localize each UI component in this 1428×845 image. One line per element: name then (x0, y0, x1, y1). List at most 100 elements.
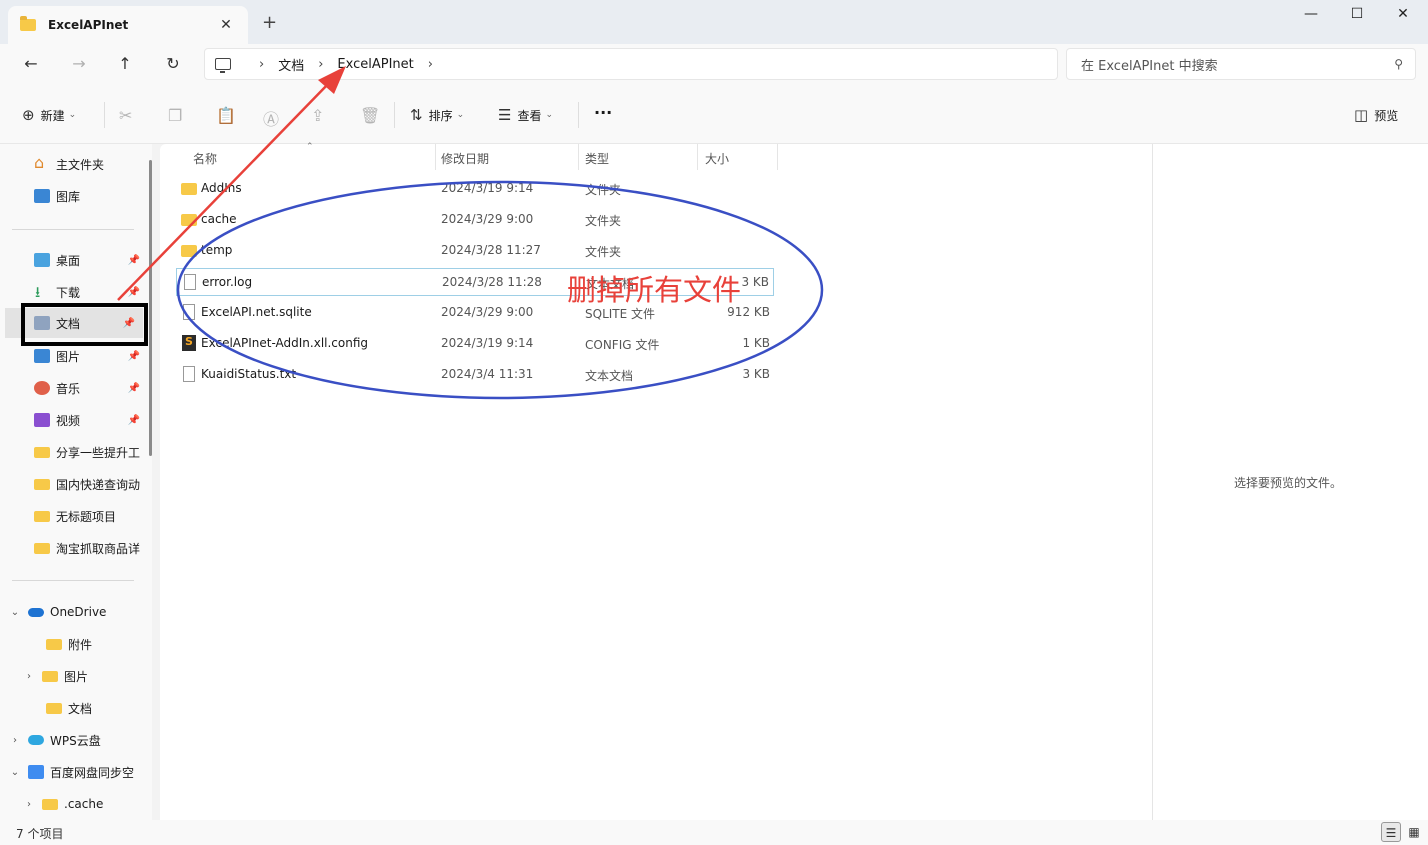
file-name: cache (201, 212, 237, 226)
search-input[interactable]: 在 ExcelAPInet 中搜索 ⚲ (1066, 48, 1416, 80)
column-divider[interactable] (777, 144, 778, 170)
sidebar-item-desktop[interactable]: 桌面 📌 (0, 245, 148, 275)
sidebar-item-folder[interactable]: 国内快递查询动 (0, 469, 148, 499)
view-button[interactable]: ☰ 查看 ⌄ (498, 106, 553, 124)
chevron-right-icon[interactable]: › (22, 671, 36, 682)
baidu-netdisk-icon (28, 765, 44, 779)
pin-icon[interactable]: 📌 (128, 383, 140, 394)
sidebar-item-label: 图片 (64, 669, 89, 684)
chevron-down-icon[interactable]: ⌄ (8, 767, 22, 778)
sidebar-item-music[interactable]: 音乐 📌 (0, 373, 148, 403)
back-button[interactable]: ← (16, 52, 46, 76)
tiles-view-button[interactable]: ▦ (1404, 822, 1424, 842)
navigation-pane: 主文件夹 图库 桌面 📌 下载 📌 文档 📌 图片 📌 音乐 📌 视频 📌 分享… (0, 144, 152, 820)
tab-close-icon[interactable]: ✕ (216, 17, 236, 33)
tab-excelapinet[interactable]: ExcelAPInet ✕ (8, 6, 248, 44)
column-divider[interactable] (697, 144, 698, 170)
up-button[interactable]: ↑ (110, 52, 140, 76)
chevron-down-icon: ⌄ (68, 110, 77, 120)
sidebar-item-wps-cloud[interactable]: › WPS云盘 (0, 725, 148, 755)
column-header-date[interactable]: 修改日期 (441, 146, 489, 170)
search-placeholder: 在 ExcelAPInet 中搜索 (1081, 58, 1218, 74)
preview-pane-button[interactable]: ◫ 预览 (1354, 106, 1398, 124)
share-icon[interactable]: ⇪ (311, 106, 324, 125)
wps-cloud-icon (28, 735, 44, 745)
column-divider[interactable] (435, 144, 436, 170)
sidebar-item-cache[interactable]: › .cache (0, 789, 148, 819)
file-name: error.log (202, 275, 253, 289)
chevron-right-icon[interactable]: › (22, 799, 36, 810)
file-name: KuaidiStatus.txt (201, 367, 297, 381)
title-bar: ExcelAPInet ✕ + — ☐ ✕ (0, 0, 1428, 44)
file-row[interactable]: cache 2024/3/29 9:00 文件夹 (176, 206, 774, 234)
delete-icon[interactable]: 🗑 (360, 106, 380, 125)
sort-label: 排序 (428, 108, 453, 123)
sidebar-item-folder[interactable]: 淘宝抓取商品详 (0, 533, 148, 563)
new-button[interactable]: ⊕ 新建 ⌄ (22, 106, 76, 124)
sidebar-item-label: 无标题项目 (56, 509, 117, 524)
pin-icon[interactable]: 📌 (128, 415, 140, 426)
sidebar-item-onedrive-documents[interactable]: 文档 (0, 693, 148, 723)
file-type: 文本文档 (585, 369, 634, 383)
rename-icon[interactable]: Ⓐ (263, 106, 279, 130)
sidebar-item-home[interactable]: 主文件夹 (0, 149, 148, 179)
preview-label: 预览 (1374, 108, 1399, 123)
sort-ascending-icon: ⌃ (306, 142, 314, 152)
minimize-button[interactable]: — (1288, 6, 1334, 30)
folder-icon (34, 542, 50, 554)
refresh-button[interactable]: ↻ (158, 52, 188, 76)
forward-button[interactable]: → (64, 52, 94, 76)
chevron-right-icon[interactable]: › (8, 735, 22, 746)
this-pc-icon[interactable] (215, 58, 231, 73)
file-icon (183, 304, 195, 320)
paste-icon[interactable]: 📋 (216, 106, 236, 125)
close-window-button[interactable]: ✕ (1380, 6, 1426, 30)
search-icon[interactable]: ⚲ (1394, 57, 1403, 71)
folder-icon (34, 446, 50, 458)
sidebar-item-folder[interactable]: 分享一些提升工 (0, 437, 148, 467)
chevron-down-icon[interactable]: ⌄ (8, 607, 22, 618)
download-icon (34, 282, 50, 307)
file-name: ExcelAPI.net.sqlite (201, 305, 312, 319)
pin-icon[interactable]: 📌 (128, 351, 140, 362)
sidebar-item-gallery[interactable]: 图库 (0, 181, 148, 211)
chevron-right-icon[interactable]: › (428, 57, 433, 72)
file-row[interactable]: ExcelAPInet-AddIn.xll.config 2024/3/19 9… (176, 330, 774, 358)
file-type: CONFIG 文件 (585, 338, 660, 352)
column-divider[interactable] (578, 144, 579, 170)
folder-icon (42, 798, 58, 810)
pin-icon[interactable]: 📌 (128, 287, 140, 298)
sidebar-item-onedrive[interactable]: ⌄ OneDrive (0, 597, 148, 627)
file-list-pane: ⌃ 名称 修改日期 类型 大小 AddIns 2024/3/19 9:14 文件… (160, 142, 1152, 820)
file-row[interactable]: AddIns 2024/3/19 9:14 文件夹 (176, 175, 774, 203)
copy-icon[interactable]: ❐ (168, 106, 182, 125)
toolbar-divider (394, 102, 395, 128)
column-header-type[interactable]: 类型 (585, 146, 609, 170)
column-header-size[interactable]: 大小 (705, 146, 729, 170)
more-options-button[interactable]: ··· (594, 103, 612, 122)
column-header-name[interactable]: 名称 (193, 146, 217, 170)
view-label: 查看 (517, 108, 542, 123)
sidebar-item-folder[interactable]: 无标题项目 (0, 501, 148, 531)
sidebar-item-label: 图库 (56, 189, 81, 204)
details-view-button[interactable]: ☰ (1381, 822, 1401, 842)
chevron-right-icon[interactable]: › (318, 57, 323, 72)
preview-pane: 选择要预览的文件。 (1152, 144, 1428, 820)
maximize-button[interactable]: ☐ (1334, 6, 1380, 30)
sort-button[interactable]: ⇅ 排序 ⌄ (410, 106, 464, 124)
new-tab-button[interactable]: + (262, 12, 277, 33)
annotation-highlight-box (21, 303, 148, 346)
file-row[interactable]: KuaidiStatus.txt 2024/3/4 11:31 文本文档 3 K… (176, 361, 774, 389)
cut-icon[interactable]: ✂ (119, 106, 132, 125)
breadcrumb-documents[interactable]: 文档 (278, 55, 304, 74)
sidebar-item-attachments[interactable]: 附件 (0, 629, 148, 659)
breadcrumb-excelapinet[interactable]: ExcelAPInet (337, 57, 413, 72)
sidebar-scrollbar[interactable] (149, 160, 152, 456)
sidebar-item-videos[interactable]: 视频 📌 (0, 405, 148, 435)
pin-icon[interactable]: 📌 (128, 255, 140, 266)
address-bar[interactable]: › 文档 › ExcelAPInet › (204, 48, 1058, 80)
sidebar-item-onedrive-pictures[interactable]: › 图片 (0, 661, 148, 691)
file-row[interactable]: temp 2024/3/28 11:27 文件夹 (176, 237, 774, 265)
sidebar-item-baidu-netdisk[interactable]: ⌄ 百度网盘同步空 (0, 757, 148, 787)
chevron-right-icon[interactable]: › (259, 57, 264, 72)
